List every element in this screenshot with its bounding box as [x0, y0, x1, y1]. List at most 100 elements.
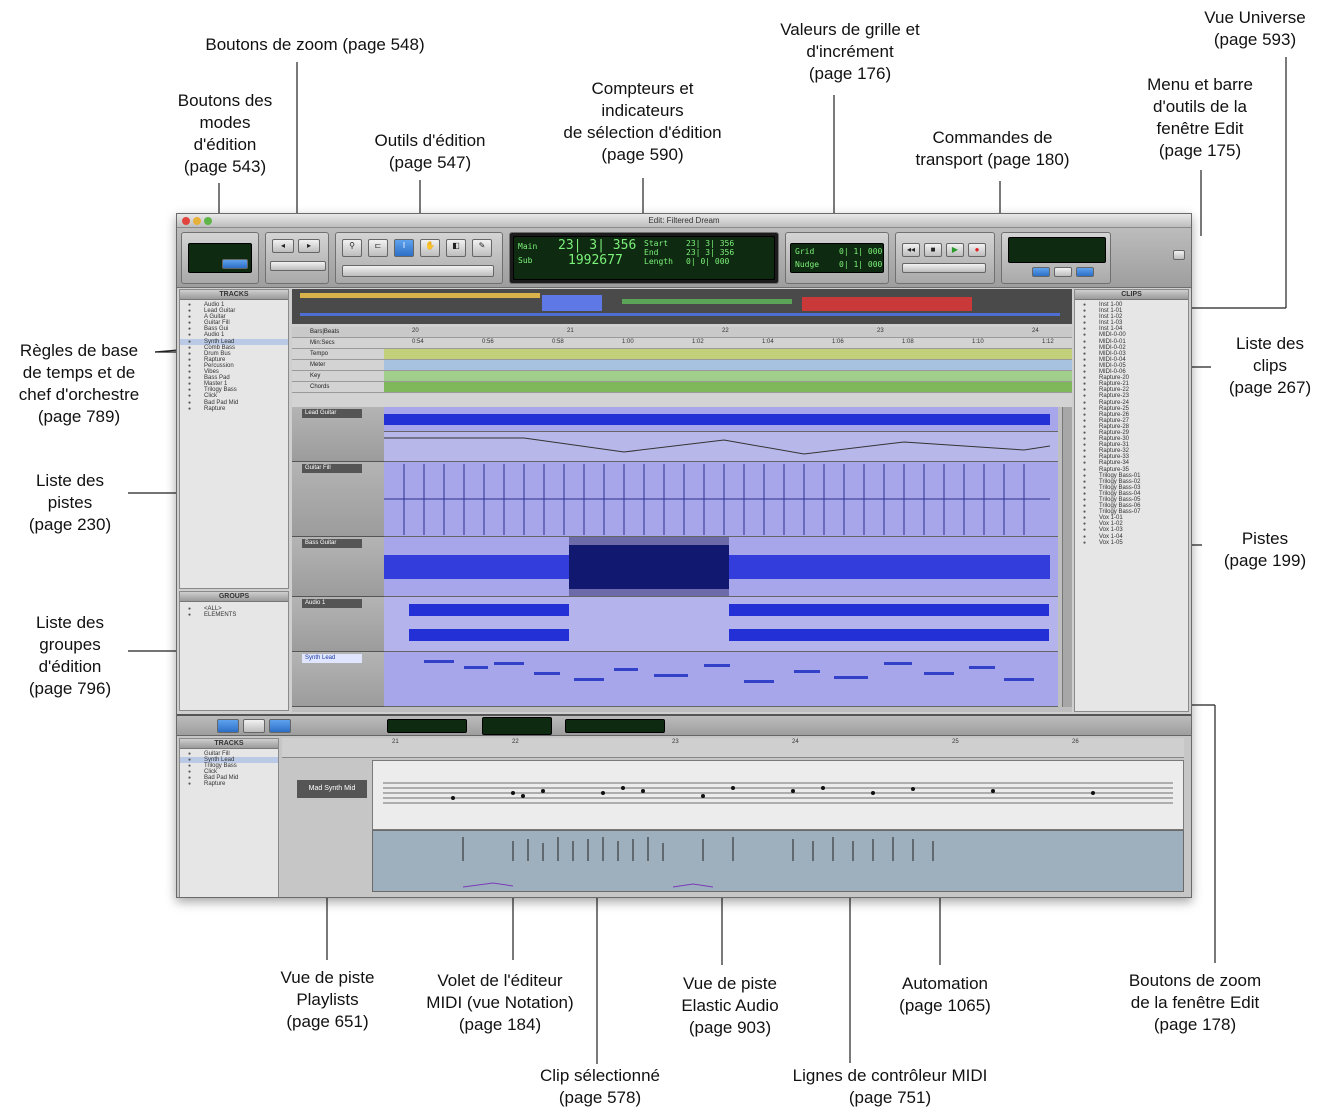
label-grid-values: Valeurs de grille et d'incrément (page 1…: [780, 20, 920, 83]
meter-ruler[interactable]: Meter: [292, 360, 1072, 371]
conductor-button[interactable]: [1032, 267, 1050, 277]
label-track-list: Liste des pistes (page 230): [28, 471, 112, 534]
list-item[interactable]: Rapture: [180, 406, 288, 412]
track-name[interactable]: Synth Lead: [302, 654, 362, 663]
main-counter-label: Main: [518, 242, 538, 251]
tracks-area: Lead Guitar Guitar Fill Bass Guitar Audi…: [292, 407, 1072, 712]
automation-lane[interactable]: [384, 432, 1058, 462]
zoom-in-icon[interactable]: ▸: [298, 239, 320, 253]
grabber-tool-icon[interactable]: ✋: [420, 239, 440, 257]
audio-clip-bass-guitar[interactable]: [384, 537, 1058, 597]
toolbar-menu-icon[interactable]: [1173, 250, 1185, 260]
minsecs-ruler[interactable]: Min:Secs 0:54 0:56 0:58 1:00 1:02 1:04 1…: [292, 338, 1072, 349]
list-item[interactable]: ELEMENTS: [180, 612, 288, 618]
midi-ruler[interactable]: 21 22 23 24 25 26: [282, 738, 1184, 758]
list-item[interactable]: Vox 1-05: [1075, 540, 1188, 546]
selector-tool-icon[interactable]: I: [394, 239, 414, 257]
nudge-value: 0| 1| 000: [839, 260, 883, 269]
time-tick: 1:06: [832, 339, 844, 345]
tool-options-bar[interactable]: [342, 265, 494, 277]
track-header-guitar-fill[interactable]: Guitar Fill: [292, 462, 384, 537]
midi-track-name[interactable]: Mad Synth Mid: [297, 780, 367, 798]
zoom-presets[interactable]: [270, 261, 326, 271]
zoom-icon[interactable]: [204, 217, 212, 225]
waveform-lead-guitar: [384, 414, 1050, 425]
staff: [383, 782, 1173, 804]
bar-tick: 26: [1072, 739, 1079, 745]
label-zoom-buttons: Boutons de zoom (page 548): [205, 35, 425, 54]
midi-editor-pane: TRACKS Guitar Fill Synth Lead Trilogy Ba…: [177, 714, 1191, 897]
playlist-lanes[interactable]: [384, 597, 1058, 652]
trim-tool-icon[interactable]: ⊏: [368, 239, 388, 257]
key-lane: [384, 371, 1072, 381]
grid-nudge-group: Grid 0| 1| 000 Nudge 0| 1| 000: [785, 232, 889, 284]
rewind-icon[interactable]: ◂◂: [902, 243, 920, 257]
list-item[interactable]: Rapture: [180, 781, 278, 787]
track-header-synth-lead[interactable]: Synth Lead: [292, 652, 384, 707]
bars-ruler[interactable]: Bars|Beats 20 21 22 23 24: [292, 327, 1072, 338]
zoomer-tool-icon[interactable]: ⚲: [342, 239, 362, 257]
track-scrollbar[interactable]: [1062, 407, 1072, 707]
track-name[interactable]: Bass Guitar: [302, 539, 362, 548]
label-edit-tools: Outils d'édition (page 547): [374, 131, 486, 172]
nudge-label: Nudge: [795, 260, 820, 269]
midi-counter-display[interactable]: [482, 717, 552, 735]
metronome-button[interactable]: [1054, 267, 1072, 277]
track-name[interactable]: Guitar Fill: [302, 464, 362, 473]
label-selected-clip: Clip sélectionné (page 578): [539, 1066, 660, 1107]
grid-value: 0| 1| 000: [839, 247, 883, 256]
track-name[interactable]: Audio 1: [302, 599, 362, 608]
grid-label: Grid: [795, 247, 815, 256]
zoom-out-icon[interactable]: ◂: [272, 239, 294, 253]
ruler-name: Meter: [310, 362, 326, 368]
tempo-mode-button[interactable]: [1076, 267, 1094, 277]
stop-icon[interactable]: ■: [924, 243, 942, 257]
ruler-name: Tempo: [310, 351, 329, 357]
midi-controller-lanes[interactable]: [372, 830, 1184, 892]
end-value: 23| 3| 356: [686, 248, 735, 257]
scrubber-tool-icon[interactable]: ◧: [446, 239, 466, 257]
transport-secondary[interactable]: [902, 263, 986, 273]
label-edit-zoom: Boutons de zoom de la fenêtre Edit (page…: [1128, 971, 1262, 1034]
tempo-ruler[interactable]: Tempo: [292, 349, 1072, 360]
close-icon[interactable]: [182, 217, 190, 225]
label-transport: Commandes de transport (page 180): [915, 128, 1070, 169]
play-icon[interactable]: ▶: [946, 243, 964, 257]
label-group-list: Liste des groupes d'édition (page 796): [28, 613, 112, 698]
midi-clip-synth-lead[interactable]: [384, 652, 1058, 707]
elastic-audio-clip[interactable]: [384, 462, 1058, 537]
waveform-bass-guitar: [384, 545, 1050, 589]
midi-nudge-display[interactable]: [565, 719, 665, 733]
track-header-bass-guitar[interactable]: Bass Guitar: [292, 537, 384, 597]
clip-list: CLIPS Inst 1-00 Inst 1-01 Inst 1-02 Inst…: [1074, 289, 1189, 712]
universe-clip: [300, 293, 540, 298]
time-tick: 1:02: [692, 339, 704, 345]
track-name[interactable]: Lead Guitar: [302, 409, 362, 418]
midi-grid-display[interactable]: [387, 719, 467, 733]
start-label: Start: [644, 239, 669, 248]
midi-tool-button[interactable]: [269, 719, 291, 733]
time-tick: 0:54: [412, 339, 424, 345]
key-ruler[interactable]: Key: [292, 371, 1072, 382]
track-header-audio-1[interactable]: Audio 1: [292, 597, 384, 652]
record-icon[interactable]: ●: [968, 243, 986, 257]
audio-clip-lead-guitar[interactable]: [384, 407, 1058, 432]
tempo-lane: [384, 349, 1072, 359]
counter-display[interactable]: Main 23| 3| 356 Sub 1992677 Start End Le…: [513, 236, 775, 280]
grid-nudge-display[interactable]: Grid 0| 1| 000 Nudge 0| 1| 000: [790, 243, 884, 273]
time-tick: 0:56: [482, 339, 494, 345]
end-label: End: [644, 248, 659, 257]
chords-ruler[interactable]: Chords: [292, 382, 1072, 393]
midi-tool-button[interactable]: [243, 719, 265, 733]
bar-tick: 20: [412, 328, 419, 334]
tempo-display[interactable]: [1008, 237, 1106, 263]
pencil-tool-icon[interactable]: ✎: [472, 239, 492, 257]
grid-mode-button[interactable]: [222, 259, 248, 269]
universe-view[interactable]: [292, 289, 1072, 324]
midi-notes: [424, 660, 1034, 683]
track-header-lead-guitar[interactable]: Lead Guitar: [292, 407, 384, 462]
midi-controls-group: [1001, 232, 1111, 284]
midi-tool-button[interactable]: [217, 719, 239, 733]
notation-view[interactable]: [372, 760, 1184, 830]
minimize-icon[interactable]: [193, 217, 201, 225]
